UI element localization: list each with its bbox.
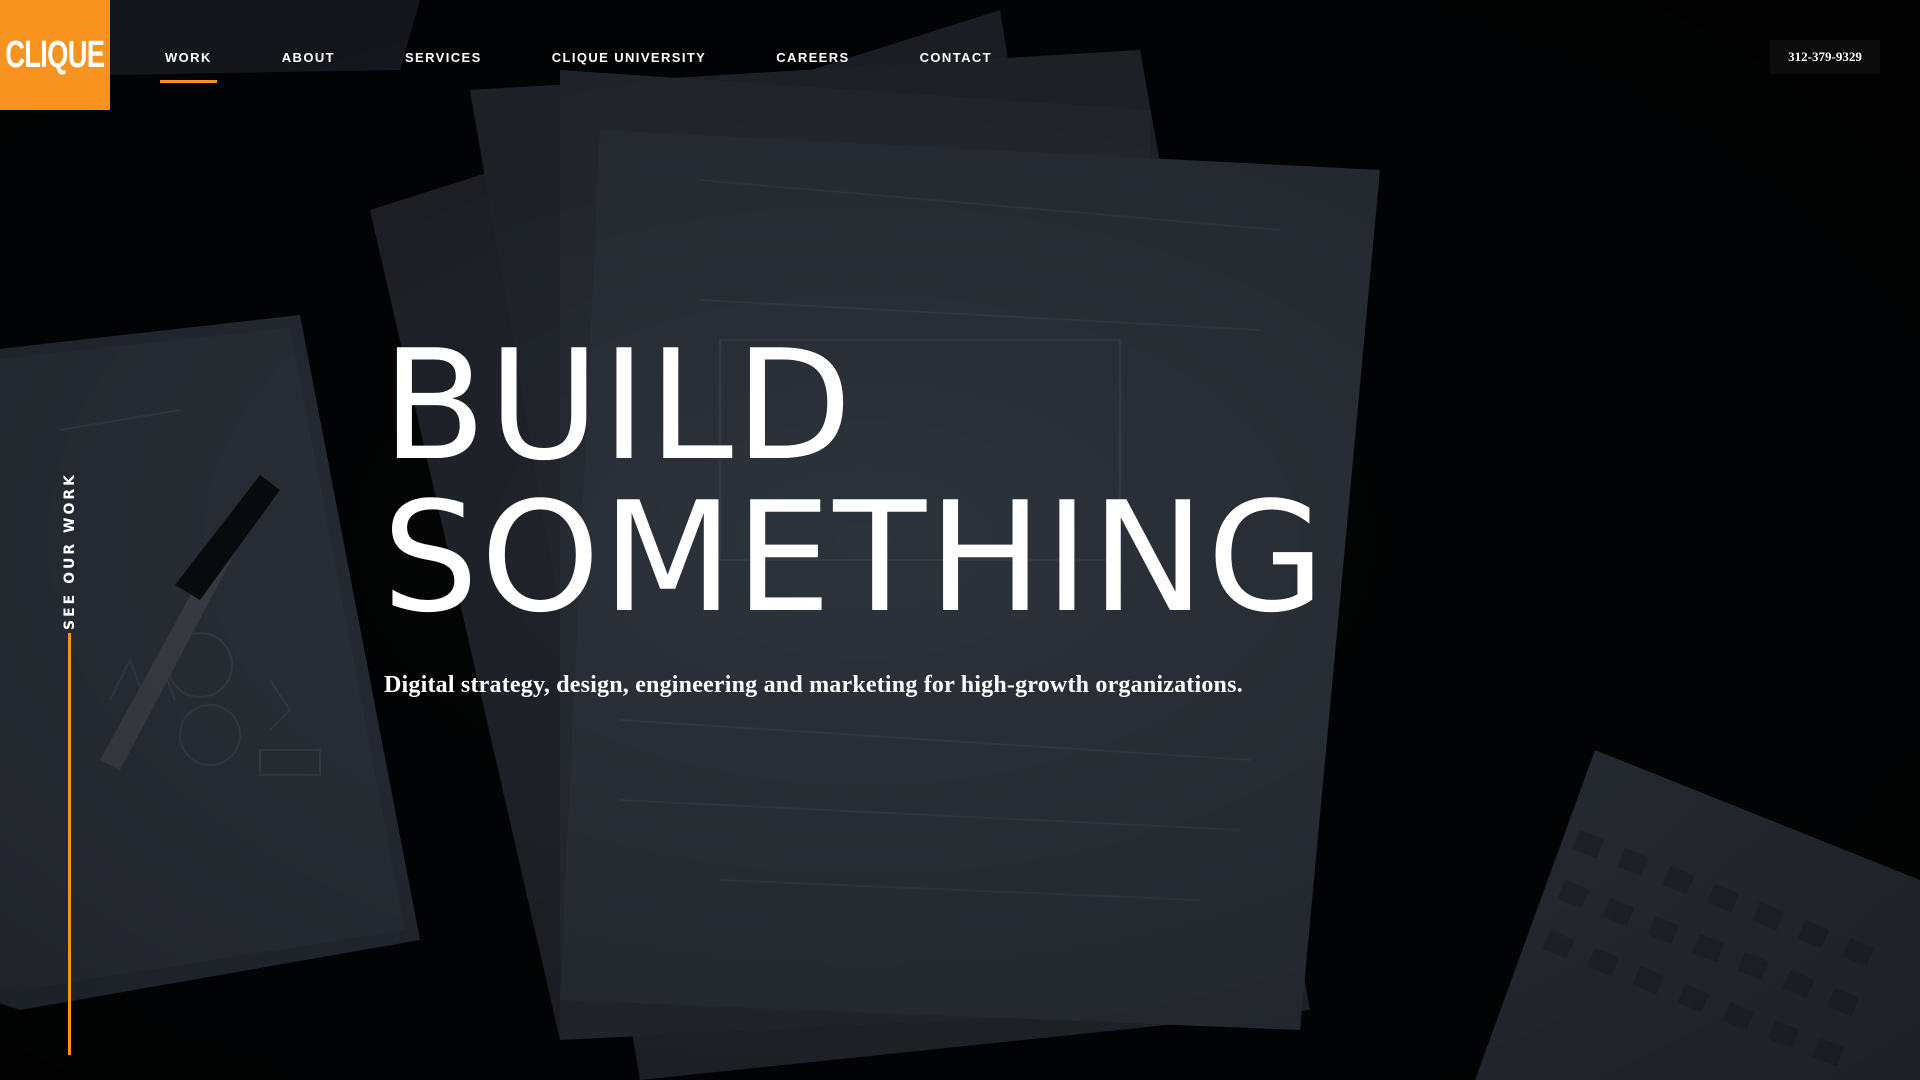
see-our-work-button[interactable]: SEE OUR WORK <box>58 472 82 630</box>
nav-item-contact[interactable]: CONTACT <box>915 46 997 83</box>
see-our-work-label: SEE OUR WORK <box>62 471 79 630</box>
nav-item-label: SERVICES <box>404 50 482 65</box>
nav-item-clique-university[interactable]: CLIQUE UNIVERSITY <box>547 46 712 83</box>
clique-logo[interactable]: CLIQUE <box>0 0 110 110</box>
phone-number-button[interactable]: 312-379-9329 <box>1770 40 1880 74</box>
nav-item-label: ABOUT <box>281 50 335 65</box>
nav-item-work[interactable]: WORK <box>160 46 217 83</box>
nav-item-label: CONTACT <box>919 50 993 65</box>
hero-title-line-1: BUILD <box>382 317 855 494</box>
nav-item-label: CLIQUE UNIVERSITY <box>551 50 707 65</box>
hero-subtitle: Digital strategy, design, engineering an… <box>384 672 1243 698</box>
see-our-work-link: SEE OUR WORK <box>58 472 82 1058</box>
main-nav: WORK ABOUT SERVICES CLIQUE UNIVERSITY CA… <box>160 46 1057 83</box>
hero: BUILD SOMETHING Digital strategy, design… <box>382 330 1582 699</box>
page: CLIQUE WORK ABOUT SERVICES CLIQUE UNIVER… <box>0 0 1920 1080</box>
nav-item-about[interactable]: ABOUT <box>277 46 340 83</box>
logo-text: CLIQUE <box>5 33 105 76</box>
nav-item-careers[interactable]: CAREERS <box>771 46 854 83</box>
nav-item-label: WORK <box>165 50 212 65</box>
side-accent-line <box>68 633 71 1055</box>
hero-title: BUILD SOMETHING <box>382 330 1582 634</box>
nav-item-services[interactable]: SERVICES <box>400 46 487 83</box>
hero-title-line-2: SOMETHING <box>382 469 1327 646</box>
nav-item-label: CAREERS <box>776 50 850 65</box>
